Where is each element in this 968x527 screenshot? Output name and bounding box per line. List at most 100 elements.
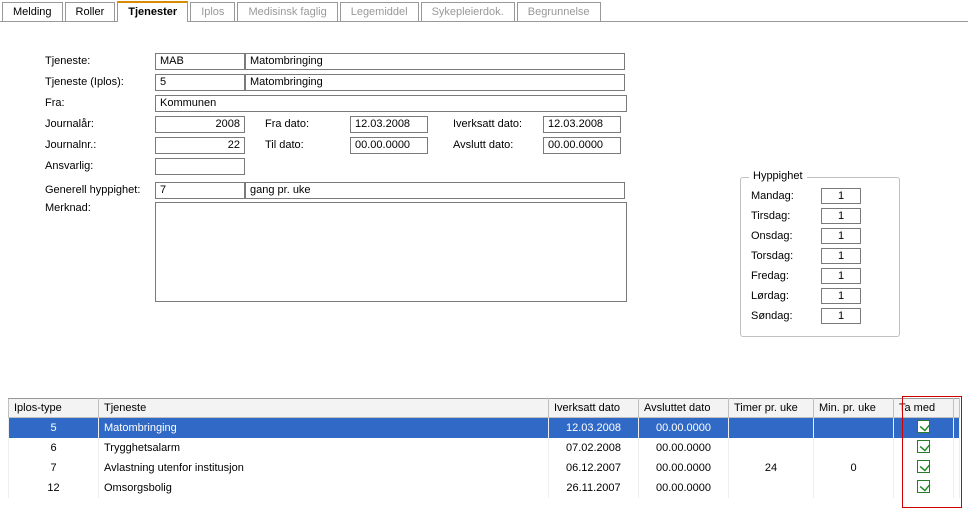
hyppighet-day-label: Mandag:	[751, 190, 821, 202]
col-min[interactable]: Min. pr. uke	[814, 399, 894, 418]
hyppighet-group: Hyppighet Mandag:1Tirsdag:1Onsdag:1Torsd…	[740, 177, 900, 337]
checkbox-tamed[interactable]	[917, 460, 930, 473]
hyppighet-day-label: Lørdag:	[751, 290, 821, 302]
table-cell: 6	[9, 438, 99, 458]
hyppighet-day-value[interactable]: 1	[821, 208, 861, 224]
table-cell	[814, 418, 894, 439]
field-tjeneste-name[interactable]: Matombringing	[245, 53, 625, 70]
grid-table[interactable]: Iplos-type Tjeneste Iverksatt dato Avslu…	[8, 398, 960, 498]
col-iverksatt[interactable]: Iverksatt dato	[549, 399, 639, 418]
label-merknad: Merknad:	[45, 202, 155, 214]
hyppighet-day-value[interactable]: 1	[821, 308, 861, 324]
field-iplos-name[interactable]: Matombringing	[245, 74, 625, 91]
col-avsluttet[interactable]: Avsluttet dato	[639, 399, 729, 418]
field-journalaar[interactable]: 2008	[155, 116, 245, 133]
label-journalaar: Journalår:	[45, 118, 155, 130]
table-cell: 0	[814, 458, 894, 478]
col-tjeneste[interactable]: Tjeneste	[99, 399, 549, 418]
tab-medisinsk-faglig: Medisinsk faglig	[237, 2, 337, 21]
table-cell	[729, 478, 814, 498]
grid-container: Iplos-type Tjeneste Iverksatt dato Avslu…	[8, 398, 960, 498]
table-cell: 00.00.0000	[639, 478, 729, 498]
table-cell: 00.00.0000	[639, 438, 729, 458]
field-ansvarlig[interactable]	[155, 158, 245, 175]
field-iverksatt-dato[interactable]: 12.03.2008	[543, 116, 621, 133]
checkbox-tamed[interactable]	[917, 420, 930, 433]
table-cell: Matombringing	[99, 418, 549, 439]
label-tjeneste-iplos: Tjeneste (Iplos):	[45, 76, 155, 88]
table-row[interactable]: 6Trygghetsalarm07.02.200800.00.0000	[9, 438, 960, 458]
hyppighet-row: Fredag:1	[751, 268, 889, 284]
tab-melding[interactable]: Melding	[2, 2, 63, 21]
label-generell-hyppighet: Generell hyppighet:	[45, 184, 155, 196]
table-cell: 07.02.2008	[549, 438, 639, 458]
checkbox-tamed[interactable]	[917, 440, 930, 453]
col-timer[interactable]: Timer pr. uke	[729, 399, 814, 418]
label-til-dato: Til dato:	[265, 139, 350, 151]
table-cell: Avlastning utenfor institusjon	[99, 458, 549, 478]
hyppighet-day-value[interactable]: 1	[821, 228, 861, 244]
tab-bar: MeldingRollerTjenesterIplosMedisinsk fag…	[0, 0, 968, 22]
grid-header-row: Iplos-type Tjeneste Iverksatt dato Avslu…	[9, 399, 960, 418]
hyppighet-day-value[interactable]: 1	[821, 248, 861, 264]
hyppighet-day-label: Torsdag:	[751, 250, 821, 262]
table-cell: 7	[9, 458, 99, 478]
table-row[interactable]: 5Matombringing12.03.200800.00.0000	[9, 418, 960, 439]
field-til-dato[interactable]: 00.00.0000	[350, 137, 428, 154]
field-fra[interactable]: Kommunen	[155, 95, 627, 112]
checkbox-tamed[interactable]	[917, 480, 930, 493]
hyppighet-row: Onsdag:1	[751, 228, 889, 244]
hyppighet-day-value[interactable]: 1	[821, 288, 861, 304]
field-avslutt-dato[interactable]: 00.00.0000	[543, 137, 621, 154]
table-cell: 12	[9, 478, 99, 498]
hyppighet-row: Tirsdag:1	[751, 208, 889, 224]
table-cell	[814, 438, 894, 458]
hyppighet-day-label: Onsdag:	[751, 230, 821, 242]
table-cell-tamed[interactable]	[894, 458, 954, 478]
field-journalnr[interactable]: 22	[155, 137, 245, 154]
label-tjeneste: Tjeneste:	[45, 55, 155, 67]
tab-iplos: Iplos	[190, 2, 235, 21]
table-cell: 06.12.2007	[549, 458, 639, 478]
hyppighet-day-label: Tirsdag:	[751, 210, 821, 222]
table-cell-tamed[interactable]	[894, 438, 954, 458]
table-cell: 5	[9, 418, 99, 439]
label-fra-dato: Fra dato:	[265, 118, 350, 130]
field-iplos-code[interactable]: 5	[155, 74, 245, 91]
table-cell: 12.03.2008	[549, 418, 639, 439]
table-cell-tamed[interactable]	[894, 418, 954, 439]
table-cell: 26.11.2007	[549, 478, 639, 498]
table-cell: 00.00.0000	[639, 418, 729, 439]
col-iplos[interactable]: Iplos-type	[9, 399, 99, 418]
table-cell-tamed[interactable]	[894, 478, 954, 498]
hyppighet-day-value[interactable]: 1	[821, 188, 861, 204]
table-cell: Trygghetsalarm	[99, 438, 549, 458]
col-tamed[interactable]: Ta med	[894, 399, 954, 418]
table-cell	[729, 438, 814, 458]
hyppighet-row: Mandag:1	[751, 188, 889, 204]
table-cell-spacer	[954, 438, 960, 458]
field-tjeneste-code[interactable]: MAB	[155, 53, 245, 70]
hyppighet-row: Lørdag:1	[751, 288, 889, 304]
field-gang-uke: gang pr. uke	[245, 182, 625, 199]
tab-legemiddel: Legemiddel	[340, 2, 419, 21]
table-cell: Omsorgsbolig	[99, 478, 549, 498]
table-cell	[729, 418, 814, 439]
table-row[interactable]: 7Avlastning utenfor institusjon06.12.200…	[9, 458, 960, 478]
tab-roller[interactable]: Roller	[65, 2, 116, 21]
field-merknad[interactable]	[155, 202, 627, 302]
hyppighet-row: Søndag:1	[751, 308, 889, 324]
label-ansvarlig: Ansvarlig:	[45, 160, 155, 172]
hyppighet-day-label: Søndag:	[751, 310, 821, 322]
table-cell: 00.00.0000	[639, 458, 729, 478]
hyppighet-day-value[interactable]: 1	[821, 268, 861, 284]
form-area: Tjeneste: MAB Matombringing Tjeneste (Ip…	[0, 22, 968, 315]
field-gen-hypp[interactable]: 7	[155, 182, 245, 199]
label-journalnr: Journalnr.:	[45, 139, 155, 151]
table-row[interactable]: 12Omsorgsbolig26.11.200700.00.0000	[9, 478, 960, 498]
tab-tjenester[interactable]: Tjenester	[117, 1, 188, 22]
tab-sykepleierdok-: Sykepleierdok.	[421, 2, 515, 21]
hyppighet-title: Hyppighet	[749, 170, 807, 182]
hyppighet-day-label: Fredag:	[751, 270, 821, 282]
field-fra-dato[interactable]: 12.03.2008	[350, 116, 428, 133]
